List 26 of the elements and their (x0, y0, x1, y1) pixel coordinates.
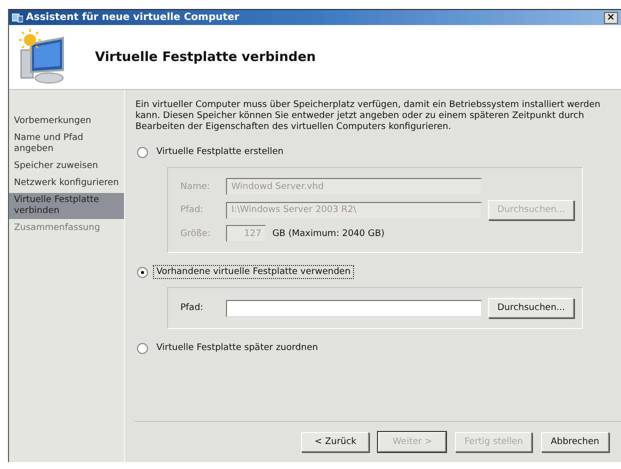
radio-button[interactable] (137, 342, 148, 354)
page-title: Virtuelle Festplatte verbinden (95, 50, 316, 64)
radio-button[interactable] (137, 266, 148, 278)
field-label: Name: (180, 182, 211, 192)
window-title: Assistent für neue virtuelle Computer (26, 12, 240, 23)
close-button[interactable]: × (604, 12, 618, 24)
wizard-step[interactable]: Vorbemerkungen (9, 114, 124, 129)
wizard-button[interactable]: Abbrechen (541, 432, 609, 452)
app-icon (12, 12, 23, 22)
wizard-step[interactable]: Virtuelle Festplatte verbinden (9, 193, 124, 219)
field-label: Größe: (180, 228, 212, 238)
field-label: Pfad: (180, 205, 204, 215)
wizard-step[interactable]: Zusammenfassung (9, 221, 124, 236)
wizard-step[interactable]: Name und Pfad angeben (9, 131, 124, 157)
option-label[interactable]: Virtuelle Festplatte später zuordnen (153, 341, 321, 355)
description-text: Ein virtueller Computer muss über Speicherplatz verfügen, damit ein Betriebssystem installiert werden kann. Diesen Speicher können Sie entweder jetzt angeben oder zu einem späteren Zeitpunkt durch Bearbeiten der Eigenschaften des virtuellen Computers konfigurieren. (135, 100, 602, 133)
radio-button[interactable] (137, 146, 148, 158)
field-label: Pfad: (180, 303, 204, 313)
path-field[interactable] (226, 300, 482, 316)
wizard-button[interactable]: < Zurück (301, 432, 370, 452)
wizard-step[interactable]: Netzwerk konfigurieren (9, 176, 124, 191)
wizard-step[interactable]: Speicher zuweisen (9, 159, 124, 174)
size-note: GB (Maximum: 2040 GB) (272, 228, 385, 238)
browse-button[interactable]: Durchsuchen... (488, 298, 574, 318)
option-label[interactable]: Vorhandene virtuelle Festplatte verwenden (153, 265, 354, 279)
option-label[interactable]: Virtuelle Festplatte erstellen (153, 145, 287, 159)
